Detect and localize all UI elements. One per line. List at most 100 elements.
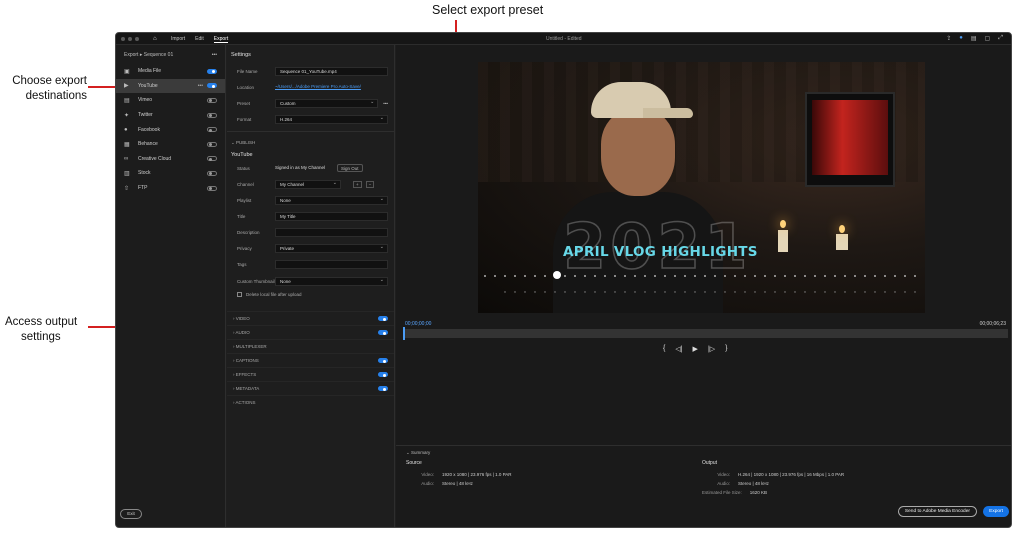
section-effects[interactable]: › EFFECTS <box>227 367 394 381</box>
destinations-panel: Export ▸ Sequence 01 ••• ▣ Media File ▶ … <box>116 45 226 527</box>
destination-vimeo[interactable]: ▤ Vimeo <box>116 93 225 108</box>
exit-button[interactable]: Exit <box>120 509 142 519</box>
destination-twitter[interactable]: ✦ Twitter <box>116 108 225 123</box>
vimeo-icon: ▤ <box>124 97 130 104</box>
destination-toggle[interactable] <box>207 83 217 89</box>
destination-creative-cloud[interactable]: ∞ Creative Cloud <box>116 152 225 167</box>
destination-toggle[interactable] <box>207 68 217 74</box>
playhead[interactable] <box>403 327 405 340</box>
share-icon[interactable]: ⇪ <box>946 35 951 42</box>
summary-output: Output Video: H.264 | 1920 x 1080 | 23.97… <box>702 460 844 497</box>
delete-local-row[interactable]: Delete local file after upload <box>227 290 394 299</box>
pattern-dot <box>774 275 776 277</box>
channel-dropdown[interactable]: My Channel <box>275 179 341 189</box>
pattern-dot <box>674 275 676 277</box>
destination-toggle[interactable] <box>207 127 217 133</box>
workspace-icon[interactable]: ▢ <box>985 35 991 42</box>
playlist-row: Playlist None <box>227 192 394 208</box>
section-toggle[interactable] <box>378 330 388 335</box>
destination-toggle[interactable] <box>207 141 217 147</box>
app-window: ⌂ Import Edit Export Untitled - Edited ⇪… <box>115 32 1012 528</box>
section-audio[interactable]: › AUDIO <box>227 325 394 339</box>
section-toggle[interactable] <box>378 386 388 391</box>
destination-ftp[interactable]: ⇧ FTP <box>116 181 225 196</box>
destination-media-file[interactable]: ▣ Media File <box>116 64 225 79</box>
thumbnail-label: Custom Thumbnail <box>237 278 275 284</box>
preset-more-icon[interactable]: ••• <box>383 101 388 106</box>
step-back-icon[interactable]: ◁| <box>675 345 682 353</box>
fullscreen-icon[interactable]: ⤢ <box>998 35 1003 42</box>
playback-controls: { ◁| ▶ |▷ } <box>663 345 727 353</box>
destination-toggle[interactable] <box>207 170 217 176</box>
file-name-input[interactable]: Sequence 01_YouTube.mp4 <box>275 66 388 76</box>
callout-destinations-line2: destinations <box>25 90 87 102</box>
pattern-dot <box>774 291 776 293</box>
profile-icon[interactable]: ● <box>959 35 963 42</box>
section-actions[interactable]: › ACTIONS <box>227 395 394 409</box>
source-audio-value: Stereo | 48 kHz <box>442 481 473 486</box>
window-controls[interactable] <box>121 37 139 41</box>
location-link[interactable]: ~/Users/.../Adobe Premiere Pro Auto-Save… <box>275 83 388 92</box>
destination-youtube[interactable]: ▶ YouTube ••• <box>116 78 225 94</box>
section-metadata[interactable]: › METADATA <box>227 381 394 395</box>
pattern-dot <box>744 275 746 277</box>
mark-in-icon[interactable]: { <box>663 345 665 353</box>
destination-toggle[interactable] <box>207 156 217 162</box>
comment-icon[interactable]: ▤ <box>971 35 977 42</box>
tab-export[interactable]: Export <box>213 36 229 43</box>
tab-edit[interactable]: Edit <box>195 36 204 43</box>
pattern-dot <box>584 291 586 293</box>
title-input[interactable]: My Title <box>275 211 388 221</box>
home-icon[interactable]: ⌂ <box>153 36 159 42</box>
callout-preset: Select export preset <box>432 3 544 17</box>
pattern-dot <box>654 275 656 277</box>
destination-stock[interactable]: ▥ Stock <box>116 166 225 181</box>
tags-input[interactable] <box>275 259 388 269</box>
file-size-value: 1620 KB <box>749 490 768 495</box>
callout-output-line1: Access output <box>5 316 78 328</box>
thumbnail-dropdown[interactable]: None <box>275 276 388 286</box>
remove-channel-icon[interactable]: − <box>365 180 375 188</box>
thumbnail-row: Custom Thumbnail None <box>227 272 394 290</box>
step-forward-icon[interactable]: |▷ <box>708 345 715 353</box>
preset-dropdown[interactable]: Custom <box>275 98 379 108</box>
section-video[interactable]: › VIDEO <box>227 311 394 325</box>
pattern-dot <box>704 275 706 277</box>
timeline-scrubber[interactable] <box>403 327 1008 340</box>
destination-toggle[interactable] <box>207 97 217 103</box>
section-toggle[interactable] <box>378 316 388 321</box>
section-captions[interactable]: › CAPTIONS <box>227 353 394 367</box>
callout-destinations: Choose export destinations <box>5 74 87 104</box>
pattern-dot <box>604 275 606 277</box>
playlist-dropdown[interactable]: None <box>275 195 388 205</box>
privacy-dropdown[interactable]: Private <box>275 243 388 253</box>
summary-header[interactable]: ⌄ Summary <box>406 450 430 456</box>
destination-toggle[interactable] <box>207 185 217 191</box>
delete-local-checkbox[interactable] <box>237 292 242 297</box>
section-toggle[interactable] <box>378 372 388 377</box>
tab-import[interactable]: Import <box>171 36 185 43</box>
export-button[interactable]: Export <box>983 506 1009 517</box>
pattern-dot <box>834 291 836 293</box>
description-input[interactable] <box>275 227 388 237</box>
pattern-dot <box>904 275 906 277</box>
section-toggle[interactable] <box>378 358 388 363</box>
destination-behance[interactable]: ▦ Behance <box>116 137 225 152</box>
play-icon[interactable]: ▶ <box>693 345 698 353</box>
sign-out-button[interactable]: Sign Out <box>337 164 363 172</box>
section-multiplexer[interactable]: › MULTIPLEXER <box>227 339 394 353</box>
callout-output: Access output settings <box>5 315 89 345</box>
destination-toggle[interactable] <box>207 112 217 118</box>
format-label: Format <box>237 116 252 122</box>
mark-out-icon[interactable]: } <box>725 345 727 353</box>
send-to-media-encoder-button[interactable]: Send to Adobe Media Encoder <box>897 506 977 517</box>
sequence-name: Sequence 01 <box>143 52 174 58</box>
publish-header[interactable]: ⌄ PUBLISH <box>227 136 394 150</box>
destination-facebook[interactable]: ● Facebook <box>116 122 225 137</box>
pattern-dot <box>544 275 546 277</box>
pattern-dot <box>644 291 646 293</box>
more-icon[interactable]: ••• <box>212 52 217 58</box>
add-channel-icon[interactable]: + <box>353 180 362 188</box>
format-dropdown[interactable]: H.264 <box>275 114 388 124</box>
more-icon[interactable]: ••• <box>198 83 203 89</box>
